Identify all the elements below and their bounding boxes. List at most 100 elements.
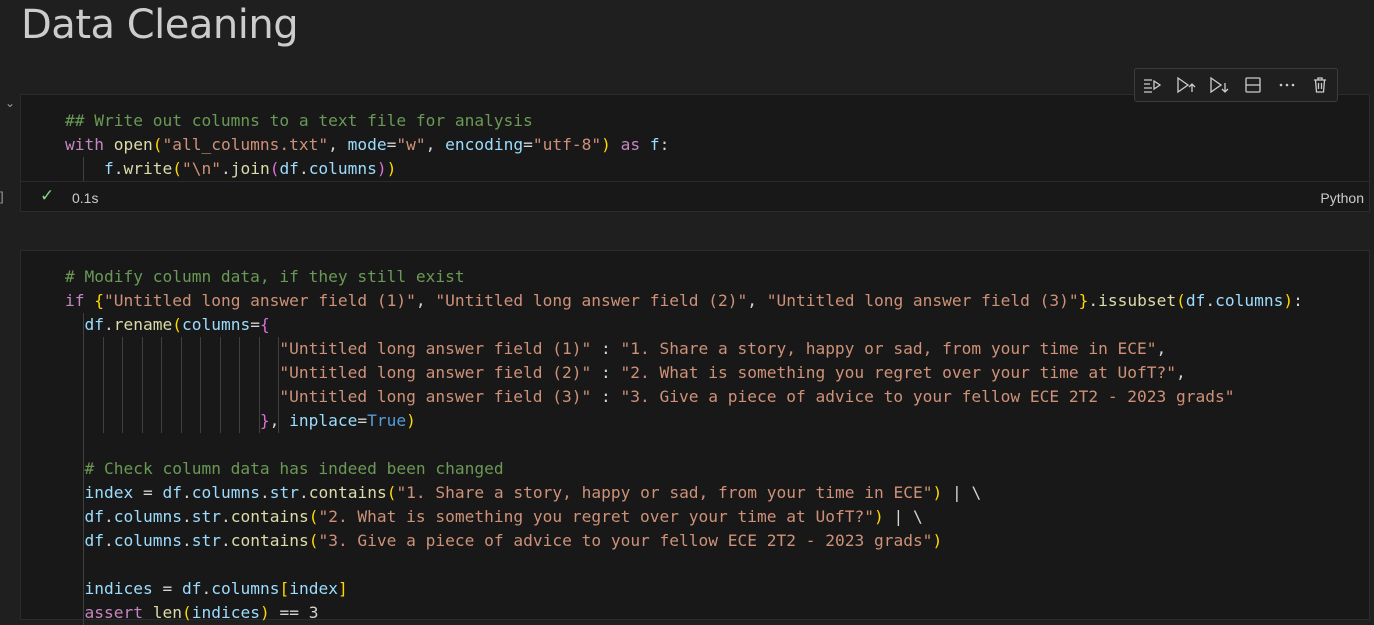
code-token: : [591,387,621,406]
code-token: ( [308,507,319,526]
cell-status-bar: ✓ 0.1s Python [21,181,1369,211]
code-line: with open("all_columns.txt", mode="w", e… [65,133,669,157]
delete-cell-button[interactable] [1303,69,1337,101]
code-token: 3 [308,603,319,622]
code-token: len [152,603,182,622]
code-token: encoding [445,135,524,154]
code-token: ) [601,135,611,154]
code-token: contains [308,483,387,502]
more-actions-button[interactable] [1270,69,1304,101]
code-token: indices [84,579,153,598]
execute-above-icon [1176,76,1195,94]
code-line: if {"Untitled long answer field (1)", "U… [65,289,1303,313]
code-token: "Untitled long answer field (1)" [104,291,416,310]
code-token: "Untitled long answer field (2)" [279,363,592,382]
more-icon [1279,83,1294,87]
code-token: columns [181,315,251,334]
code-token: str [191,531,221,550]
code-editor[interactable]: ## Write out columns to a text file for … [65,109,669,181]
code-line: # Check column data has indeed been chan… [65,457,1303,481]
code-token: columns [191,483,260,502]
code-token: df [84,315,105,334]
code-token: ) [259,603,270,622]
code-line: ## Write out columns to a text file for … [65,109,669,133]
code-token: "2. What is something you regret over yo… [318,507,874,526]
code-token: f [103,159,114,178]
code-token: = [386,135,397,154]
code-token: | \ [883,507,923,526]
code-line: assert len(indices) == 3 [65,601,1303,625]
code-token: with [65,135,114,154]
code-cell[interactable]: # Modify column data, if they still exis… [20,250,1370,625]
code-token: "\n" [181,159,221,178]
code-editor[interactable]: # Modify column data, if they still exis… [65,265,1303,625]
split-cell-icon [1245,77,1261,93]
code-token: , [747,291,767,310]
code-token: # Modify column data, if they still exis… [65,267,465,286]
code-token: index [289,579,338,598]
code-token: . [104,507,114,526]
code-token: } [1078,291,1089,310]
code-token: "1. Share a story, happy or sad, from yo… [620,339,1157,358]
code-token: ) [376,159,387,178]
code-token: : [591,363,621,382]
execute-below-button[interactable] [1202,69,1236,101]
code-token: . [298,483,309,502]
code-token: = [357,411,368,430]
code-token: = [523,135,533,154]
code-token: "3. Give a piece of advice to your fello… [620,387,1235,406]
code-line: df.columns.str.contains("2. What is some… [65,505,1303,529]
code-cell[interactable]: ## Write out columns to a text file for … [20,94,1370,212]
code-token: ( [269,159,280,178]
code-token: : [591,339,621,358]
code-token: "2. What is something you regret over yo… [620,363,1177,382]
code-token: | \ [942,483,982,502]
code-token: "1. Share a story, happy or sad, from yo… [396,483,933,502]
code-token: indices [191,603,260,622]
code-token: } [259,411,270,430]
collapse-chevron-icon[interactable]: ⌄ [0,96,20,112]
code-token: ) [1283,291,1294,310]
code-token: ( [1176,291,1186,310]
code-token: : [1293,291,1303,310]
code-token: ( [152,135,163,154]
code-token: assert [84,603,153,622]
cell-toolbar [1134,68,1338,102]
split-cell-button[interactable] [1236,69,1270,101]
code-token: { [94,291,104,310]
code-token: ( [181,603,192,622]
code-token: join [230,159,270,178]
code-token: , [415,291,436,310]
code-token: columns [308,159,377,178]
code-token: . [181,531,192,550]
code-token: . [259,483,270,502]
code-line: df.columns.str.contains("3. Give a piece… [65,529,1303,553]
code-token: ) [406,411,416,430]
code-token: df [84,507,105,526]
language-selector[interactable]: Python [1320,190,1364,206]
code-token: columns [1215,291,1284,310]
code-line: "Untitled long answer field (1)" : "1. S… [65,337,1303,361]
run-by-line-button[interactable] [1135,69,1169,101]
code-token: = [152,579,182,598]
code-line: "Untitled long answer field (3)" : "3. G… [65,385,1303,409]
code-token: # Check column data has indeed been chan… [84,459,504,478]
code-token: "3. Give a piece of advice to your fello… [318,531,933,550]
execute-above-button[interactable] [1169,69,1203,101]
code-token: "Untitled long answer field (1)" [279,339,592,358]
code-token: ) [386,159,397,178]
code-token: , [1156,339,1167,358]
code-token: ) [873,507,884,526]
code-token: , [269,411,290,430]
code-token: df [162,483,182,502]
code-token: mode [347,135,387,154]
code-line: df.rename(columns={ [65,313,1303,337]
